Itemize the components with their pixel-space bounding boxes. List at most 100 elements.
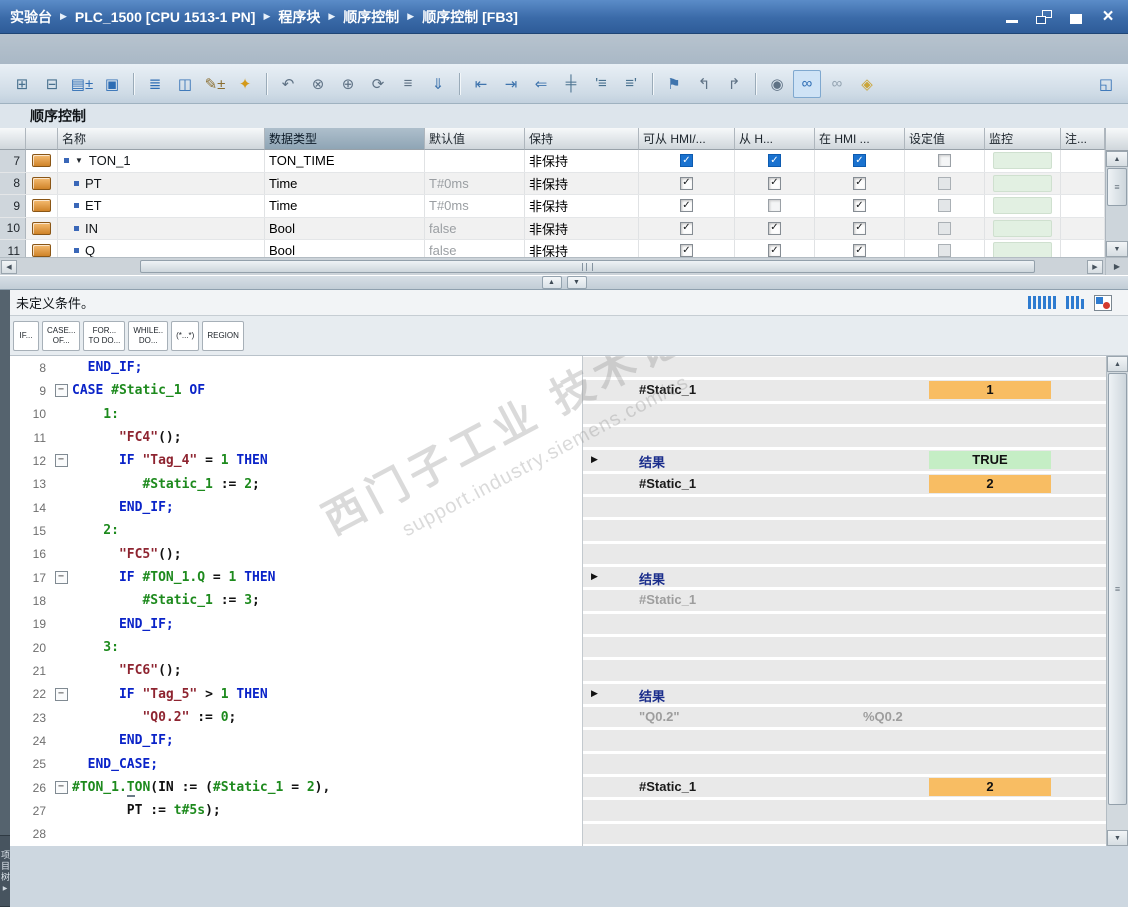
close-button[interactable]: × bbox=[1100, 7, 1116, 26]
fold-collapse-icon[interactable]: − bbox=[54, 571, 68, 585]
setpoint-checkbox[interactable] bbox=[938, 221, 951, 235]
outdent-icon[interactable]: ⇤ bbox=[467, 70, 495, 98]
variable-name-cell[interactable]: IN bbox=[58, 217, 265, 239]
splitter-collapse-up-button[interactable]: ▲ bbox=[541, 276, 562, 289]
table-scrollbar-thumb[interactable]: ≡ bbox=[1107, 168, 1127, 206]
code-vertical-scrollbar[interactable]: ▲ ≡ ▼ bbox=[1106, 356, 1128, 846]
bookmark-icon[interactable]: ⚑ bbox=[660, 70, 688, 98]
table-row[interactable]: 7 ▼ TON_1 TON_TIME 非保持 ✓ ✓ ✓ bbox=[0, 150, 1105, 173]
comment-cell[interactable] bbox=[1061, 172, 1105, 194]
horizontal-scrollbar[interactable]: ◀ ▶ bbox=[0, 257, 1105, 275]
snippet-tab[interactable]: CASE... OF... bbox=[42, 320, 81, 351]
breakpoint-view-icon[interactable] bbox=[1094, 294, 1112, 311]
expand-arrow-icon[interactable]: ▼ bbox=[75, 156, 83, 165]
default-value-cell[interactable]: T#0ms bbox=[425, 172, 525, 194]
column-header-4[interactable]: 默认值 bbox=[425, 128, 525, 150]
hmi-checkbox[interactable] bbox=[768, 199, 781, 213]
variable-name-cell[interactable]: Q bbox=[58, 240, 265, 257]
monitoring-on-icon[interactable]: ∞ bbox=[793, 69, 821, 98]
comment-cell[interactable] bbox=[1061, 240, 1105, 257]
operand-columns-icon[interactable] bbox=[1028, 296, 1056, 309]
hmi-checkbox[interactable]: ✓ bbox=[853, 176, 866, 190]
breadcrumb-item[interactable]: 顺序控制 [FB3] bbox=[422, 7, 518, 27]
table-row[interactable]: 9 ET Time T#0ms 非保持 ✓ ✓ bbox=[0, 195, 1105, 218]
retain-cell[interactable]: 非保持 bbox=[525, 172, 639, 194]
fold-collapse-icon[interactable]: − bbox=[54, 454, 68, 468]
column-header-8[interactable]: 在 HMI ... bbox=[815, 128, 905, 150]
data-type-cell[interactable]: Time bbox=[265, 172, 425, 194]
splitter-collapse-down-button[interactable]: ▼ bbox=[566, 276, 587, 289]
hmi-checkbox[interactable]: ✓ bbox=[853, 199, 866, 213]
variable-name-cell[interactable]: ▼ TON_1 bbox=[58, 150, 265, 172]
hmi-checkbox[interactable]: ✓ bbox=[768, 154, 781, 168]
setpoint-checkbox[interactable] bbox=[938, 154, 951, 168]
setpoint-checkbox[interactable] bbox=[938, 244, 951, 257]
snippet-tab[interactable]: IF... bbox=[13, 320, 39, 351]
retain-cell[interactable]: 非保持 bbox=[525, 240, 639, 257]
update-block-calls-icon[interactable]: ⟳ bbox=[364, 70, 392, 98]
show-hidden-lines-icon[interactable]: ≡ bbox=[394, 70, 422, 98]
monitoring-snapshot-icon[interactable]: ∞ bbox=[823, 70, 851, 98]
fold-collapse-icon[interactable]: − bbox=[54, 781, 68, 795]
go-to-definition-icon[interactable]: ↶ bbox=[274, 70, 302, 98]
scroll-corner-button[interactable]: ▶ bbox=[1105, 257, 1128, 275]
call-structure-icon[interactable]: ⊕ bbox=[334, 70, 362, 98]
pane-splitter[interactable]: ▲ ▼ bbox=[0, 275, 1128, 290]
hmi-checkbox[interactable]: ✓ bbox=[680, 199, 693, 213]
hmi-checkbox[interactable]: ✓ bbox=[853, 154, 866, 168]
scroll-up-button[interactable]: ▲ bbox=[1107, 356, 1128, 372]
retain-cell[interactable]: 非保持 bbox=[525, 217, 639, 239]
split-window-icon[interactable]: ◫ bbox=[171, 70, 199, 98]
code-editor[interactable]: 8 END_IF; 9− CASE #Static_1 OF 10 1: 11 "FC4"()… bbox=[10, 356, 1106, 846]
minimize-button[interactable] bbox=[1004, 10, 1020, 24]
breadcrumb-item[interactable]: 实验台 bbox=[10, 7, 52, 27]
scroll-down-button[interactable]: ▼ bbox=[1106, 241, 1128, 257]
hmi-checkbox[interactable]: ✓ bbox=[768, 244, 781, 257]
column-header-3[interactable]: 数据类型 bbox=[265, 128, 425, 150]
insert-row-icon[interactable]: ⊟ bbox=[38, 70, 66, 98]
comment-cell[interactable] bbox=[1061, 150, 1105, 172]
block-interface-icon[interactable]: ▣ bbox=[98, 70, 126, 98]
hmi-checkbox[interactable]: ✓ bbox=[853, 244, 866, 257]
retain-cell[interactable]: 非保持 bbox=[525, 195, 639, 217]
auto-format-icon[interactable]: ╪ bbox=[557, 70, 585, 98]
edit-declaration-icon[interactable]: ✎± bbox=[201, 70, 229, 98]
know-how-protection-icon[interactable]: ◈ bbox=[853, 70, 881, 98]
column-header-2[interactable]: 名称 bbox=[58, 128, 265, 150]
breadcrumb-item[interactable]: PLC_1500 [CPU 1513-1 PN] bbox=[75, 9, 256, 25]
snippet-tab[interactable]: REGION bbox=[202, 320, 244, 351]
uncomment-lines-icon[interactable]: ≡' bbox=[617, 70, 645, 98]
setpoint-checkbox[interactable] bbox=[938, 199, 951, 213]
column-header-9[interactable]: 设定值 bbox=[905, 128, 985, 150]
shift-left-icon[interactable]: ⇐ bbox=[527, 70, 555, 98]
fold-collapse-icon[interactable]: − bbox=[54, 384, 68, 398]
table-row[interactable]: 11 Q Bool false 非保持 ✓ ✓ ✓ bbox=[0, 240, 1105, 257]
maximize-editor-icon[interactable]: ◱ bbox=[1092, 70, 1120, 98]
variable-name-cell[interactable]: PT bbox=[58, 172, 265, 194]
scroll-down-button[interactable]: ▼ bbox=[1107, 830, 1128, 846]
table-vertical-scrollbar[interactable]: ▲ ≡ ▼ bbox=[1105, 128, 1128, 257]
hmi-checkbox[interactable]: ✓ bbox=[680, 244, 693, 257]
hmi-checkbox[interactable]: ✓ bbox=[768, 176, 781, 190]
scroll-up-button[interactable]: ▲ bbox=[1106, 151, 1128, 167]
default-value-cell[interactable] bbox=[425, 150, 525, 172]
comment-cell[interactable] bbox=[1061, 217, 1105, 239]
table-row[interactable]: 10 IN Bool false 非保持 ✓ ✓ ✓ bbox=[0, 217, 1105, 240]
horizontal-scrollbar-thumb[interactable] bbox=[140, 260, 1035, 273]
hmi-checkbox[interactable]: ✓ bbox=[680, 221, 693, 235]
hmi-checkbox[interactable]: ✓ bbox=[853, 221, 866, 235]
data-type-cell[interactable]: Time bbox=[265, 195, 425, 217]
hmi-checkbox[interactable]: ✓ bbox=[680, 176, 693, 190]
code-scrollbar-thumb[interactable]: ≡ bbox=[1108, 373, 1127, 805]
add-parameter-icon[interactable]: ▤± bbox=[68, 70, 96, 98]
column-header-6[interactable]: 可从 HMI/... bbox=[639, 128, 735, 150]
scroll-right-button[interactable]: ▶ bbox=[1087, 260, 1103, 274]
fold-collapse-icon[interactable]: − bbox=[54, 687, 68, 701]
insert-network-icon[interactable]: ⊞ bbox=[8, 70, 36, 98]
comment-cell[interactable] bbox=[1061, 195, 1105, 217]
indent-icon[interactable]: ⇥ bbox=[497, 70, 525, 98]
data-type-cell[interactable]: Bool bbox=[265, 217, 425, 239]
snippet-tab[interactable]: FOR... TO DO... bbox=[83, 320, 126, 351]
retain-cell[interactable]: 非保持 bbox=[525, 150, 639, 172]
cross-references-icon[interactable]: ⊗ bbox=[304, 70, 332, 98]
